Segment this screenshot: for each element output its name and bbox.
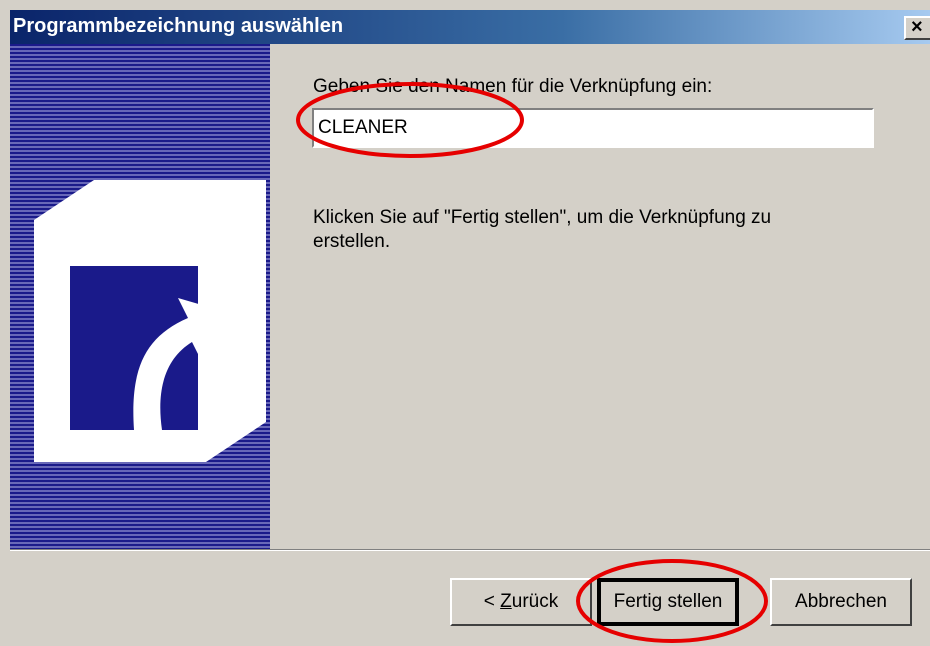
close-button[interactable]: × xyxy=(904,16,930,40)
name-prompt-label: Geben Sie den Namen für die Verknüpfung … xyxy=(313,76,713,97)
finish-hint-text: Klicken Sie auf "Fertig stellen", um die… xyxy=(313,207,772,252)
dialog-title: Programmbezeichnung auswählen xyxy=(13,15,344,37)
close-icon: × xyxy=(911,16,923,38)
create-shortcut-dialog: Programmbezeichnung auswählen × Geben Si… xyxy=(0,0,930,646)
wizard-sidebar-banner xyxy=(10,44,270,550)
shortcut-arrow-icon xyxy=(34,180,266,462)
finish-button[interactable]: Fertig stellen xyxy=(597,578,739,626)
back-button-prefix: < xyxy=(483,591,501,612)
back-button-accelerator: Z xyxy=(500,591,512,612)
shortcut-name-input[interactable] xyxy=(312,108,874,148)
button-separator xyxy=(10,549,930,551)
back-button-label: urück xyxy=(511,591,559,612)
back-button[interactable]: < Zurück xyxy=(450,578,592,626)
title-bar[interactable]: Programmbezeichnung auswählen × xyxy=(10,10,930,44)
cancel-button[interactable]: Abbrechen xyxy=(770,578,912,626)
